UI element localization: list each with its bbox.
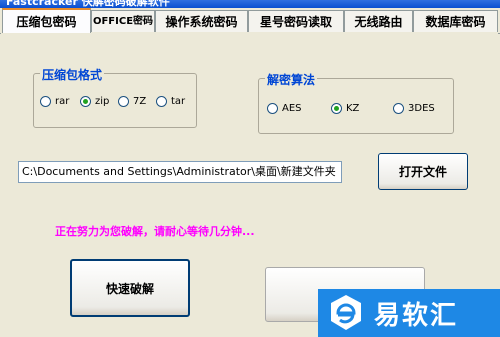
radio-zip[interactable]: zip bbox=[80, 96, 109, 107]
tab-office-password[interactable]: OFFICE密码 bbox=[91, 10, 155, 32]
window-title: Fastcracker 快解密码破解软件 bbox=[6, 0, 170, 8]
tab-os-password[interactable]: 操作系统密码 bbox=[155, 10, 248, 32]
radio-kz[interactable]: KZ bbox=[331, 103, 359, 114]
logo-icon bbox=[326, 293, 366, 333]
tab-asterisk-password[interactable]: 星号密码读取 bbox=[248, 10, 344, 32]
file-path-input[interactable]: C:\Documents and Settings\Administrator\… bbox=[18, 161, 342, 183]
radio-kz-label: KZ bbox=[346, 103, 360, 114]
tab-database-password[interactable]: 数据库密码 bbox=[413, 10, 498, 32]
quick-crack-button[interactable]: 快速破解 bbox=[70, 259, 190, 317]
radio-7z-indicator[interactable] bbox=[118, 96, 129, 107]
status-message: 正在努力为您破解，请耐心等待几分钟... bbox=[55, 225, 255, 238]
radio-3des-indicator[interactable] bbox=[393, 103, 404, 114]
radio-aes[interactable]: AES bbox=[267, 103, 302, 114]
title-bar: Fastcracker 快解密码破解软件 bbox=[0, 0, 500, 8]
archive-format-group: 压缩包格式 rar zip 7Z tar bbox=[33, 66, 197, 128]
radio-rar[interactable]: rar bbox=[40, 96, 69, 107]
radio-tar-indicator[interactable] bbox=[156, 96, 167, 107]
radio-aes-indicator[interactable] bbox=[267, 103, 278, 114]
tab-archive-password[interactable]: 压缩包密码 bbox=[2, 8, 91, 33]
radio-zip-indicator[interactable] bbox=[80, 96, 91, 107]
watermark-text: 易软汇 bbox=[374, 300, 459, 331]
radio-kz-indicator[interactable] bbox=[331, 103, 342, 114]
open-file-button[interactable]: 打开文件 bbox=[378, 153, 468, 190]
tab-strip: 压缩包密码 OFFICE密码 操作系统密码 星号密码读取 无线路由 数据库密码 bbox=[0, 8, 500, 34]
radio-rar-label: rar bbox=[55, 96, 70, 107]
algorithm-group: 解密算法 AES KZ 3DES bbox=[258, 71, 454, 134]
radio-3des-label: 3DES bbox=[408, 103, 435, 114]
archive-format-legend: 压缩包格式 bbox=[40, 66, 105, 83]
radio-zip-label: zip bbox=[95, 96, 110, 107]
tab-wireless-router[interactable]: 无线路由 bbox=[344, 10, 413, 32]
algorithm-legend: 解密算法 bbox=[265, 71, 318, 88]
radio-tar[interactable]: tar bbox=[156, 96, 185, 107]
radio-aes-label: AES bbox=[282, 103, 302, 114]
radio-tar-label: tar bbox=[171, 96, 186, 107]
radio-3des[interactable]: 3DES bbox=[393, 103, 435, 114]
radio-7z[interactable]: 7Z bbox=[118, 96, 146, 107]
radio-rar-indicator[interactable] bbox=[40, 96, 51, 107]
radio-7z-label: 7Z bbox=[133, 96, 147, 107]
watermark-logo: 易软汇 bbox=[318, 289, 500, 337]
